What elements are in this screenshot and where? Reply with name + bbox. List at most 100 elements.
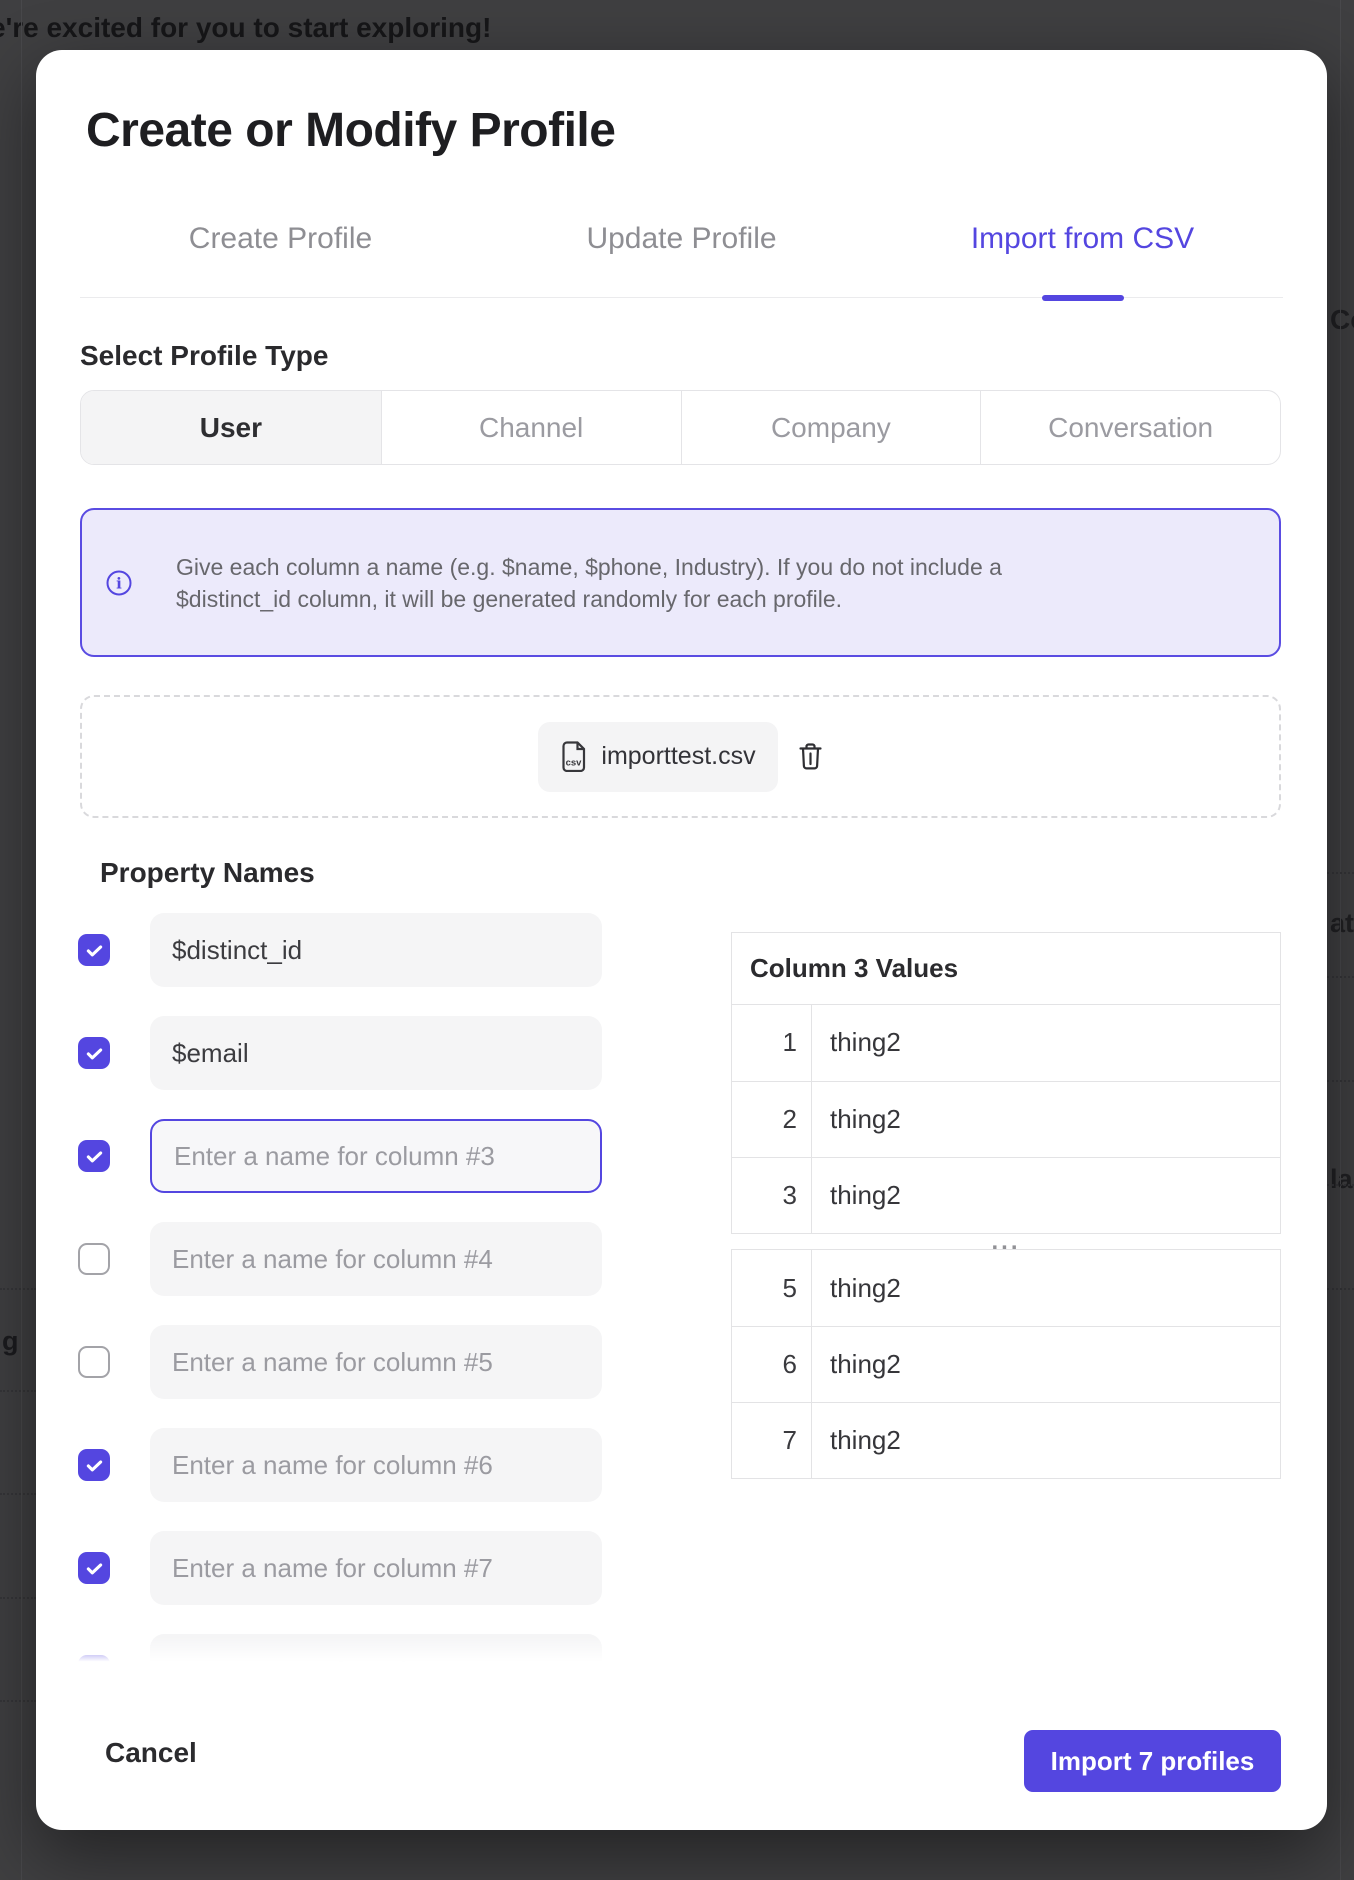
active-tab-underline	[1042, 295, 1124, 301]
row-index: 2	[732, 1082, 812, 1157]
property-name-input-5[interactable]	[150, 1325, 602, 1399]
background-fragment-col-header: Col	[1330, 304, 1354, 336]
row-value: thing2	[812, 1327, 901, 1402]
tab-label: Import from CSV	[971, 221, 1194, 257]
background-row-separator	[1327, 872, 1354, 874]
csv-upload-dropzone[interactable]: csv importtest.csv	[80, 695, 1281, 818]
background-table-gridline	[1340, 0, 1341, 1880]
property-name-input-1[interactable]	[150, 913, 602, 987]
check-icon	[84, 940, 105, 961]
property-checkbox-6[interactable]	[78, 1449, 110, 1481]
info-note-text: Give each column a name (e.g. $name, $ph…	[176, 551, 1002, 615]
profile-type-company[interactable]: Company	[681, 391, 981, 464]
csv-file-icon: csv	[560, 741, 587, 772]
values-table-bottom-group: 5thing26thing27thing2	[731, 1249, 1281, 1479]
background-fragment-g: g	[2, 1326, 19, 1357]
property-name-input-6[interactable]	[150, 1428, 602, 1502]
modal-title: Create or Modify Profile	[86, 103, 615, 159]
background-row-separator	[1327, 1080, 1354, 1082]
values-table-row: 1thing2	[732, 1005, 1280, 1081]
values-table-row: 2thing2	[732, 1081, 1280, 1157]
info-note-line1: Give each column a name (e.g. $name, $ph…	[176, 551, 1002, 583]
row-index: 3	[732, 1158, 812, 1233]
property-checkbox-1[interactable]	[78, 934, 110, 966]
property-row-2	[78, 1016, 602, 1090]
background-fragment-lab: lab	[1330, 1164, 1354, 1195]
profile-type-conversation[interactable]: Conversation	[980, 391, 1280, 464]
background-row-separator	[1327, 976, 1354, 978]
profile-type-user[interactable]: User	[81, 391, 381, 464]
cancel-button[interactable]: Cancel	[105, 1736, 197, 1770]
row-index: 5	[732, 1250, 812, 1326]
property-checkbox-4[interactable]	[78, 1243, 110, 1275]
background-row-separator	[0, 1493, 36, 1495]
row-index: 1	[732, 1005, 812, 1081]
values-table-ellipsis: ...	[731, 1234, 1281, 1251]
background-row-separator	[1327, 1288, 1354, 1290]
info-note: i Give each column a name (e.g. $name, $…	[80, 508, 1281, 657]
property-name-input-4[interactable]	[150, 1222, 602, 1296]
select-profile-type-label: Select Profile Type	[80, 339, 328, 373]
values-table-row: 3thing2	[732, 1157, 1280, 1233]
background-row-separator	[0, 1597, 36, 1599]
svg-text:i: i	[116, 574, 122, 592]
remove-file-button[interactable]	[798, 742, 823, 771]
check-icon	[84, 1146, 105, 1167]
tab-label: Create Profile	[189, 221, 372, 257]
property-checkbox-2[interactable]	[78, 1037, 110, 1069]
svg-text:csv: csv	[566, 758, 583, 769]
background-fragment-ata: ata	[1330, 908, 1354, 939]
property-name-input-3[interactable]	[150, 1119, 602, 1193]
check-icon	[84, 1043, 105, 1064]
check-icon	[84, 1661, 105, 1666]
tab-update-profile[interactable]: Update Profile	[481, 221, 882, 297]
background-row-separator	[0, 1288, 36, 1290]
column-values-preview: Column 3 Values 1thing22thing23thing2 ..…	[731, 932, 1281, 1479]
uploaded-file-name: importtest.csv	[601, 742, 755, 771]
info-icon: i	[106, 570, 132, 596]
property-name-input-2[interactable]	[150, 1016, 602, 1090]
property-row-4	[78, 1222, 602, 1296]
uploaded-file-chip: csv importtest.csv	[538, 722, 777, 792]
property-row-3	[78, 1119, 602, 1193]
property-row-1	[78, 913, 602, 987]
info-note-line2: $distinct_id column, it will be generate…	[176, 583, 1002, 615]
row-value: thing2	[812, 1403, 901, 1478]
values-table-row: 7thing2	[732, 1402, 1280, 1478]
values-table-row: 5thing2	[732, 1250, 1280, 1326]
tab-import-from-csv[interactable]: Import from CSV	[882, 221, 1283, 297]
property-name-input-8[interactable]	[150, 1634, 602, 1665]
row-value: thing2	[812, 1250, 901, 1326]
row-index: 6	[732, 1327, 812, 1402]
background-row-separator	[0, 1390, 36, 1392]
row-index: 7	[732, 1403, 812, 1478]
property-checkbox-5[interactable]	[78, 1346, 110, 1378]
row-value: thing2	[812, 1158, 901, 1233]
property-names-label: Property Names	[100, 856, 315, 890]
property-checkbox-3[interactable]	[78, 1140, 110, 1172]
values-table-top-group: 1thing22thing23thing2	[731, 1004, 1281, 1234]
background-banner-text: e're excited for you to start exploring!	[0, 12, 491, 44]
check-icon	[84, 1455, 105, 1476]
tab-label: Update Profile	[586, 221, 776, 257]
property-rows-list[interactable]	[78, 913, 602, 1665]
property-name-input-7[interactable]	[150, 1531, 602, 1605]
property-checkbox-7[interactable]	[78, 1552, 110, 1584]
property-row-6	[78, 1428, 602, 1502]
tab-create-profile[interactable]: Create Profile	[80, 221, 481, 297]
row-value: thing2	[812, 1082, 901, 1157]
profile-type-channel[interactable]: Channel	[381, 391, 681, 464]
row-value: thing2	[812, 1005, 901, 1081]
values-table-row: 6thing2	[732, 1326, 1280, 1402]
values-table-header: Column 3 Values	[731, 932, 1281, 1005]
tab-bar: Create Profile Update Profile Import from …	[80, 221, 1283, 298]
property-checkbox-8[interactable]	[78, 1655, 110, 1665]
background-row-separator	[1327, 1184, 1354, 1186]
background-row-separator	[0, 1700, 36, 1702]
property-row-8	[78, 1634, 602, 1665]
import-profiles-button[interactable]: Import 7 profiles	[1024, 1730, 1281, 1792]
profile-type-segmented-control: UserChannelCompanyConversation	[80, 390, 1281, 465]
check-icon	[84, 1558, 105, 1579]
property-row-5	[78, 1325, 602, 1399]
trash-icon	[798, 742, 823, 771]
